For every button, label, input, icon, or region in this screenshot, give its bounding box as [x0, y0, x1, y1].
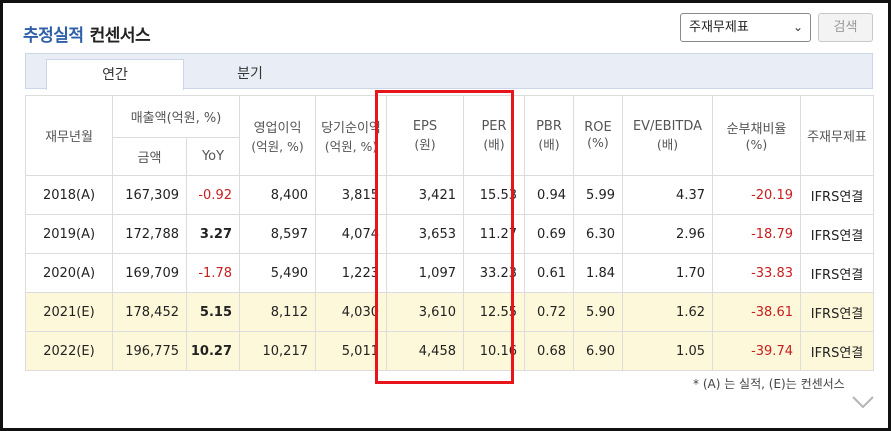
- cell-basis: IFRS연결: [800, 253, 874, 293]
- header-per: PER (배): [463, 95, 525, 176]
- cell-sales: 178,452: [112, 292, 187, 332]
- cell-operating-income: 5,490: [239, 253, 316, 293]
- cell-pbr: 0.61: [524, 253, 574, 293]
- cell-ev-ebitda: 1.70: [622, 253, 713, 293]
- cell-period: 2018(A): [25, 175, 113, 215]
- cell-yoy: 3.27: [186, 214, 240, 254]
- cell-sales: 167,309: [112, 175, 187, 215]
- cell-roe: 5.90: [573, 292, 623, 332]
- cell-operating-income: 10,217: [239, 331, 316, 371]
- statement-type-select[interactable]: 주재무제표 ⌄: [680, 13, 811, 42]
- cell-basis: IFRS연결: [800, 175, 874, 215]
- title-main: 추정실적: [23, 26, 84, 46]
- panel-title: 추정실적 컨센서스: [23, 21, 151, 46]
- cell-yoy: 10.27: [186, 331, 240, 371]
- cell-per: 10.16: [463, 331, 525, 371]
- cell-net-debt-ratio: -38.61: [712, 292, 801, 332]
- cell-basis: IFRS연결: [800, 331, 874, 371]
- header-eps: EPS (원): [386, 95, 464, 176]
- cell-eps: 3,421: [386, 175, 464, 215]
- cell-net-income: 3,815: [315, 175, 387, 215]
- cell-roe: 6.30: [573, 214, 623, 254]
- cell-eps: 1,097: [386, 253, 464, 293]
- cell-yoy: -1.78: [186, 253, 240, 293]
- cell-eps: 4,458: [386, 331, 464, 371]
- cell-net-debt-ratio: -39.74: [712, 331, 801, 371]
- table-row: 2018(A) 167,309 -0.92 8,400 3,815 3,421 …: [25, 175, 874, 215]
- statement-type-value: 주재무제표: [689, 20, 749, 35]
- cell-per: 11.27: [463, 214, 525, 254]
- cell-net-income: 5,011: [315, 331, 387, 371]
- header-pbr: PBR (배): [524, 95, 574, 176]
- table-row: 2021(E) 178,452 5.15 8,112 4,030 3,610 1…: [25, 292, 874, 332]
- cell-net-debt-ratio: -33.83: [712, 253, 801, 293]
- consensus-table: 재무년월 매출액(억원, %) 영업이익 (억원, %) 당기순이익 (억원, %)…: [25, 95, 874, 371]
- tab-annual[interactable]: 연간: [46, 59, 184, 90]
- cell-sales: 172,788: [112, 214, 187, 254]
- cell-net-income: 1,223: [315, 253, 387, 293]
- cell-ev-ebitda: 4.37: [622, 175, 713, 215]
- cell-per: 12.55: [463, 292, 525, 332]
- cell-pbr: 0.72: [524, 292, 574, 332]
- header-sales-amount: 금액: [112, 137, 187, 176]
- cell-yoy: 5.15: [186, 292, 240, 332]
- header-period: 재무년월: [25, 95, 113, 176]
- cell-operating-income: 8,112: [239, 292, 316, 332]
- table-row: 2019(A) 172,788 3.27 8,597 4,074 3,653 1…: [25, 214, 874, 254]
- header-ev-ebitda: EV/EBITDA (배): [622, 95, 713, 176]
- consensus-panel: 추정실적 컨센서스 주재무제표 ⌄ 검색 연간 분기 재무년월 매출액(억원, %…: [0, 0, 891, 431]
- cell-net-debt-ratio: -18.79: [712, 214, 801, 254]
- cell-eps: 3,653: [386, 214, 464, 254]
- search-button[interactable]: 검색: [818, 13, 873, 42]
- cell-period: 2019(A): [25, 214, 113, 254]
- cell-net-debt-ratio: -20.19: [712, 175, 801, 215]
- header-net-debt-ratio: 순부채비율 (%): [712, 95, 801, 176]
- cell-net-income: 4,030: [315, 292, 387, 332]
- cell-period: 2020(A): [25, 253, 113, 293]
- cell-ev-ebitda: 1.05: [622, 331, 713, 371]
- cell-roe: 6.90: [573, 331, 623, 371]
- cell-operating-income: 8,597: [239, 214, 316, 254]
- cell-ev-ebitda: 2.96: [622, 214, 713, 254]
- cell-basis: IFRS연결: [800, 214, 874, 254]
- cell-ev-ebitda: 1.62: [622, 292, 713, 332]
- cell-pbr: 0.94: [524, 175, 574, 215]
- cell-per: 15.53: [463, 175, 525, 215]
- cell-basis: IFRS연결: [800, 292, 874, 332]
- footnote: * (A) 는 실적, (E)는 컨센서스: [693, 377, 845, 391]
- table-row: 2020(A) 169,709 -1.78 5,490 1,223 1,097 …: [25, 253, 874, 293]
- cell-pbr: 0.69: [524, 214, 574, 254]
- cell-sales: 169,709: [112, 253, 187, 293]
- cell-eps: 3,610: [386, 292, 464, 332]
- cell-operating-income: 8,400: [239, 175, 316, 215]
- title-sub: 컨센서스: [89, 26, 151, 46]
- header-sales: 매출액(억원, %): [112, 95, 240, 138]
- tab-quarterly[interactable]: 분기: [181, 59, 319, 90]
- cell-roe: 1.84: [573, 253, 623, 293]
- cell-per: 33.23: [463, 253, 525, 293]
- cell-period: 2022(E): [25, 331, 113, 371]
- cell-sales: 196,775: [112, 331, 187, 371]
- cell-period: 2021(E): [25, 292, 113, 332]
- cell-roe: 5.99: [573, 175, 623, 215]
- table-row: 2022(E) 196,775 10.27 10,217 5,011 4,458…: [25, 331, 874, 371]
- header-sales-yoy: YoY: [186, 137, 240, 176]
- cell-yoy: -0.92: [186, 175, 240, 215]
- header-basis: 주재무제표: [800, 95, 874, 176]
- header-net-income: 당기순이익 (억원, %): [315, 95, 387, 176]
- cell-pbr: 0.68: [524, 331, 574, 371]
- cell-net-income: 4,074: [315, 214, 387, 254]
- chevron-down-icon: ⌄: [792, 20, 803, 34]
- header-roe: ROE (%): [573, 95, 623, 176]
- header-operating-income: 영업이익 (억원, %): [239, 95, 316, 176]
- period-tabs: 연간 분기: [25, 53, 873, 90]
- chevron-down-icon[interactable]: [851, 393, 875, 411]
